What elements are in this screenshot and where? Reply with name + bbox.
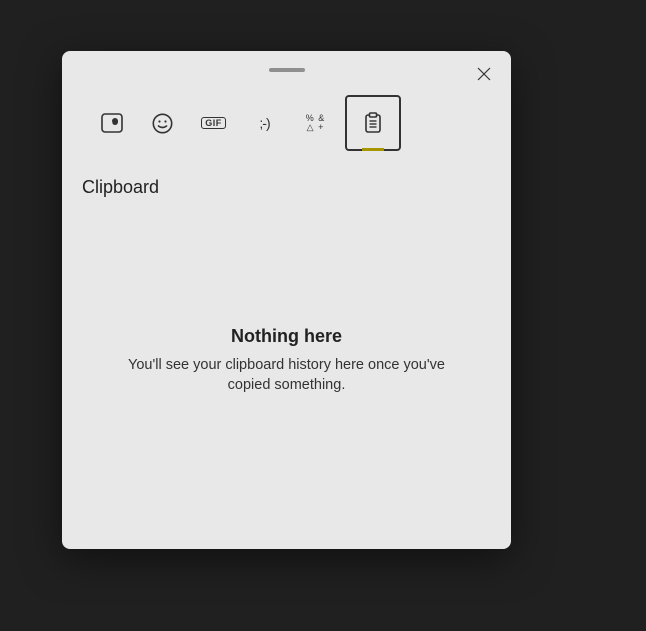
clipboard-icon	[364, 112, 382, 134]
tab-symbols[interactable]: % &△ +	[290, 95, 341, 151]
close-button[interactable]	[469, 59, 499, 89]
tab-clipboard[interactable]	[345, 95, 401, 151]
symbols-icon: % &△ +	[306, 114, 326, 132]
empty-state: Nothing here You'll see your clipboard h…	[62, 326, 511, 396]
drag-handle[interactable]	[269, 68, 305, 72]
empty-state-description: You'll see your clipboard history here o…	[112, 355, 461, 396]
close-icon	[477, 67, 491, 81]
emoji-icon	[152, 113, 173, 134]
gif-icon: GIF	[201, 117, 226, 129]
tab-emoji[interactable]	[137, 95, 188, 151]
recent-icon	[101, 113, 123, 133]
tab-kaomoji[interactable]: ;-)	[239, 95, 290, 151]
section-title: Clipboard	[82, 177, 159, 198]
category-tabs: GIF ;-) % &△ +	[86, 95, 401, 151]
emoji-clipboard-panel: GIF ;-) % &△ + Clipboard Nothing here Yo…	[62, 51, 511, 549]
empty-state-title: Nothing here	[112, 326, 461, 347]
tab-gif[interactable]: GIF	[188, 95, 239, 151]
kaomoji-icon: ;-)	[259, 115, 269, 131]
tab-recent[interactable]	[86, 95, 137, 151]
